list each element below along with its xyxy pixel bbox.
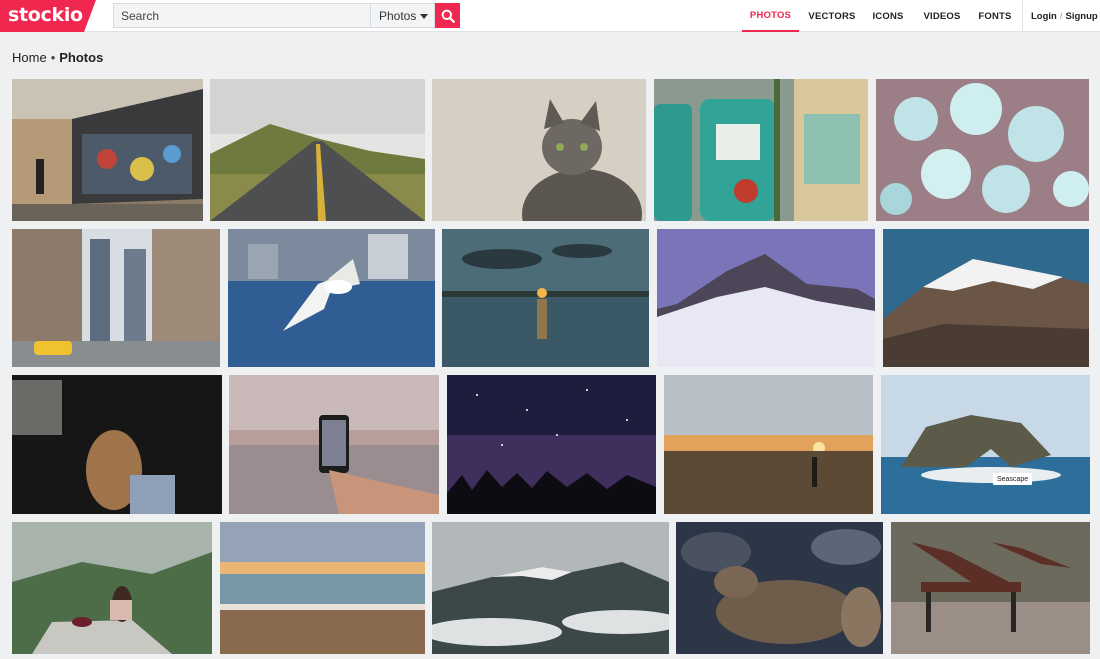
photo-seagull-flight[interactable]	[228, 229, 435, 367]
nav-icons-label: ICONS	[872, 10, 904, 22]
graffiti-street-image	[12, 79, 203, 221]
login-link[interactable]: Login	[1031, 11, 1057, 22]
photo-park-benches[interactable]	[891, 522, 1090, 654]
photo-snowy-peak[interactable]	[657, 229, 875, 367]
top-header: stockio Photos PHOTOS VECTORS ICONS VIDE…	[0, 0, 1100, 32]
caret-down-icon	[420, 13, 429, 19]
photo-starry-night[interactable]	[447, 375, 656, 514]
city-street-taxi-image	[12, 229, 220, 367]
photo-tag: Seascape	[993, 473, 1033, 485]
seascape-rock-image	[881, 375, 1090, 514]
photo-graffiti-street[interactable]	[12, 79, 203, 221]
gray-cat-image	[432, 79, 646, 221]
breadcrumb-home[interactable]: Home	[12, 50, 47, 65]
phone-sunset-image	[229, 375, 439, 514]
nav-fonts-label: FONTS	[978, 10, 1012, 22]
breadcrumb-separator: •	[50, 50, 56, 65]
starry-night-image	[447, 375, 656, 514]
breadcrumb: Home • Photos	[12, 50, 103, 65]
nav-icons[interactable]: ICONS	[866, 0, 910, 32]
photo-seascape-rock[interactable]	[881, 375, 1090, 514]
photo-field-sunset[interactable]	[664, 375, 873, 514]
breadcrumb-current: Photos	[59, 50, 104, 65]
field-sunset-image	[664, 375, 873, 514]
nav-photos[interactable]: PHOTOS	[742, 0, 799, 32]
signup-link[interactable]: Signup	[1066, 11, 1098, 22]
header-divider	[1022, 0, 1023, 32]
girl-cliff-image	[12, 522, 212, 654]
search-type-dropdown[interactable]: Photos	[370, 3, 435, 28]
beach-waves-image	[220, 522, 425, 654]
photo-girl-cliff[interactable]	[12, 522, 212, 654]
search-type-label: Photos	[379, 8, 417, 23]
park-benches-image	[891, 522, 1090, 654]
photo-sea-lion[interactable]	[676, 522, 883, 654]
photo-phone-sunset[interactable]	[229, 375, 439, 514]
nav-vectors-label: VECTORS	[808, 10, 856, 22]
seagull-flight-image	[228, 229, 435, 367]
auth-links: Login / Signup	[1031, 0, 1098, 32]
photo-gray-cat[interactable]	[432, 79, 646, 221]
auth-separator: /	[1059, 10, 1063, 22]
cloudy-mountains-image	[432, 522, 669, 654]
sea-lion-image	[676, 522, 883, 654]
photo-beach-waves[interactable]	[220, 522, 425, 654]
empty-road-image	[210, 79, 425, 221]
nav-vectors[interactable]: VECTORS	[805, 0, 859, 32]
photo-woman-window[interactable]	[12, 375, 222, 514]
nav-videos-label: VIDEOS	[923, 10, 961, 22]
search-box	[113, 3, 370, 28]
nav-photos-label: PHOTOS	[749, 9, 792, 21]
nav-fonts[interactable]: FONTS	[974, 0, 1016, 32]
search-icon	[441, 9, 455, 23]
photo-retro-gas-pumps[interactable]	[654, 79, 868, 221]
retro-gas-pumps-image	[654, 79, 868, 221]
stockio-logo[interactable]: stockio	[0, 0, 96, 32]
snowy-peak-image	[657, 229, 875, 367]
photo-white-blossoms[interactable]	[876, 79, 1089, 221]
photo-cloudy-mountains[interactable]	[432, 522, 669, 654]
white-blossoms-image	[876, 79, 1089, 221]
photo-empty-road[interactable]	[210, 79, 425, 221]
nav-videos[interactable]: VIDEOS	[917, 0, 967, 32]
photo-sunset-lake[interactable]	[442, 229, 649, 367]
logo-text: stockio	[8, 4, 83, 26]
mountain-range-image	[883, 229, 1089, 367]
woman-window-image	[12, 375, 222, 514]
sunset-lake-image	[442, 229, 649, 367]
photo-mountain-range[interactable]	[883, 229, 1089, 367]
search-input[interactable]	[114, 4, 370, 27]
search-button[interactable]	[435, 3, 460, 28]
photo-city-street-taxi[interactable]	[12, 229, 220, 367]
